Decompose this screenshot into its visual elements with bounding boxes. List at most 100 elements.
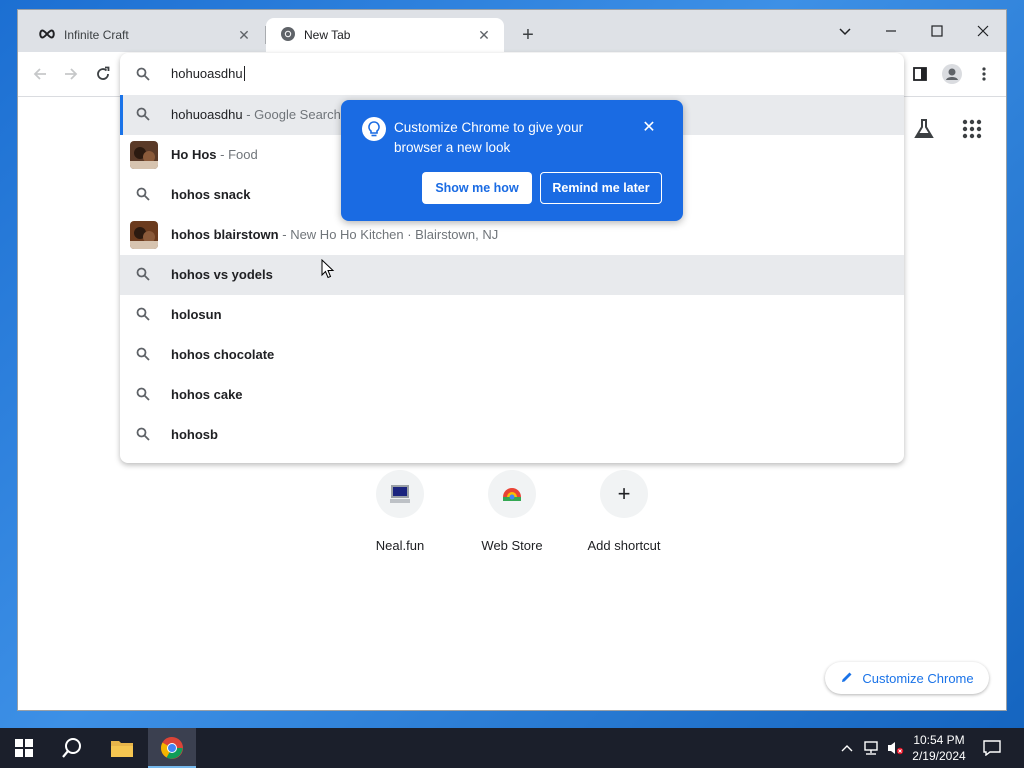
start-button[interactable]	[0, 728, 48, 768]
maximize-icon	[931, 25, 943, 37]
promo-message: Customize Chrome to give your browser a …	[394, 120, 584, 155]
kebab-menu-icon	[982, 67, 986, 81]
suggestion-main: holosun	[171, 307, 222, 322]
suggestion-thumbnail	[130, 141, 158, 169]
suggestion-description: - New Ho Ho Kitchen · Blairstown, NJ	[282, 227, 499, 242]
profile-button[interactable]	[940, 62, 964, 86]
suggestion-description: - Food	[220, 147, 258, 162]
suggestion-text: Ho Hos - Food	[171, 147, 258, 162]
taskbar: 10:54 PM 2/19/2024	[0, 728, 1024, 768]
omnibox-input-row[interactable]: hohuoasdhu	[120, 53, 904, 95]
customize-chrome-label: Customize Chrome	[862, 670, 974, 686]
omnibox-input[interactable]: hohuoasdhu	[171, 66, 245, 81]
reload-button[interactable]	[91, 62, 115, 86]
suggestion-text: hohos chocolate	[171, 347, 274, 362]
omnibox-suggestion[interactable]: hohosb	[120, 415, 904, 455]
computer-icon	[376, 470, 424, 518]
close-window-button[interactable]	[960, 16, 1006, 46]
volume-button[interactable]	[884, 728, 906, 768]
infinity-icon	[38, 28, 56, 43]
suggestion-thumbnail	[130, 221, 158, 249]
suggestion-main: hohos cake	[171, 387, 243, 402]
close-icon[interactable]: ✕	[476, 27, 492, 44]
shortcut-label: Web Store	[481, 538, 543, 553]
forward-button[interactable]	[59, 62, 83, 86]
suggestion-main: Ho Hos	[171, 147, 217, 162]
shortcut-add[interactable]: + Add shortcut	[568, 470, 680, 553]
arrow-right-icon	[65, 68, 78, 80]
omnibox-suggestion[interactable]: hohos chocolate	[120, 335, 904, 375]
clock-date: 2/19/2024	[912, 749, 966, 763]
apps-button[interactable]	[962, 119, 982, 142]
customize-chrome-button[interactable]: Customize Chrome	[825, 662, 989, 694]
suggestion-text: hohos vs yodels	[171, 267, 273, 282]
network-icon	[864, 741, 878, 755]
minimize-icon	[886, 30, 896, 32]
suggestion-main: hohos vs yodels	[171, 267, 273, 282]
taskbar-search-button[interactable]	[48, 728, 96, 768]
maximize-button[interactable]	[914, 16, 960, 46]
chrome-icon	[161, 737, 183, 759]
windows-logo-icon	[15, 739, 33, 757]
tab-new-tab[interactable]: New Tab ✕	[266, 18, 504, 52]
customize-promo-bubble: Customize Chrome to give your browser a …	[341, 100, 683, 221]
suggestion-text: hohuoasdhu - Google Search	[171, 107, 341, 122]
avatar-icon	[942, 64, 962, 84]
suggestion-text: hohos blairstown - New Ho Ho Kitchen · B…	[171, 227, 498, 242]
mouse-cursor-icon	[321, 258, 335, 282]
suggestion-main: hohos snack	[171, 187, 251, 202]
remind-me-later-button[interactable]: Remind me later	[540, 172, 662, 204]
pencil-icon	[840, 670, 854, 687]
chevron-down-icon	[839, 28, 851, 36]
new-tab-button[interactable]: +	[516, 24, 540, 48]
network-button[interactable]	[860, 728, 882, 768]
close-icon[interactable]: ✕	[641, 120, 657, 136]
search-icon	[136, 307, 152, 323]
suggestion-text: holosun	[171, 307, 222, 322]
chrome-icon	[280, 26, 296, 45]
back-button[interactable]	[28, 62, 52, 86]
omnibox-suggestion[interactable]: holosun	[120, 295, 904, 335]
flask-icon	[914, 119, 934, 138]
clock-time: 10:54 PM	[913, 733, 965, 747]
tab-title: Infinite Craft	[64, 28, 129, 42]
omnibox-suggestion[interactable]: hohos blairstown - New Ho Ho Kitchen · B…	[120, 215, 904, 255]
notification-icon	[983, 740, 1001, 756]
arrow-left-icon	[33, 68, 46, 80]
tray-overflow-button[interactable]	[838, 728, 856, 768]
close-icon[interactable]: ✕	[236, 27, 252, 44]
menu-button[interactable]	[972, 62, 996, 86]
search-icon	[136, 107, 152, 123]
search-icon	[136, 187, 152, 203]
close-icon	[977, 25, 989, 37]
shortcut-label: Add shortcut	[587, 538, 661, 553]
side-panel-button[interactable]	[908, 62, 932, 86]
suggestion-text: hohos cake	[171, 387, 243, 402]
search-icon	[136, 347, 152, 363]
taskbar-clock[interactable]: 10:54 PM 2/19/2024	[905, 732, 973, 764]
lightbulb-icon	[362, 117, 386, 141]
notifications-button[interactable]	[978, 728, 1006, 768]
shortcut-label: Neal.fun	[375, 538, 425, 553]
suggestion-text: hohosb	[171, 427, 218, 442]
suggestion-main: hohuoasdhu	[171, 107, 243, 122]
suggestion-text: hohos snack	[171, 187, 250, 202]
volume-muted-icon	[888, 742, 904, 755]
tab-search-button[interactable]	[822, 16, 868, 46]
shortcut-web-store[interactable]: Web Store	[456, 470, 568, 553]
shortcut-neal-fun[interactable]: Neal.fun	[344, 470, 456, 553]
search-icon	[136, 387, 152, 403]
tab-infinite-craft[interactable]: Infinite Craft ✕	[24, 18, 264, 52]
labs-button[interactable]	[913, 118, 935, 143]
tab-title: New Tab	[304, 28, 351, 42]
show-me-how-button[interactable]: Show me how	[422, 172, 532, 204]
taskbar-chrome[interactable]	[148, 728, 196, 768]
plus-icon: +	[600, 470, 648, 518]
side-panel-icon	[913, 67, 927, 81]
text-caret	[243, 66, 245, 81]
taskbar-file-explorer[interactable]	[98, 728, 146, 768]
minimize-button[interactable]	[868, 16, 914, 46]
search-icon	[136, 427, 152, 443]
omnibox-suggestion[interactable]: hohos vs yodels	[120, 255, 904, 295]
omnibox-suggestion[interactable]: hohos cake	[120, 375, 904, 415]
